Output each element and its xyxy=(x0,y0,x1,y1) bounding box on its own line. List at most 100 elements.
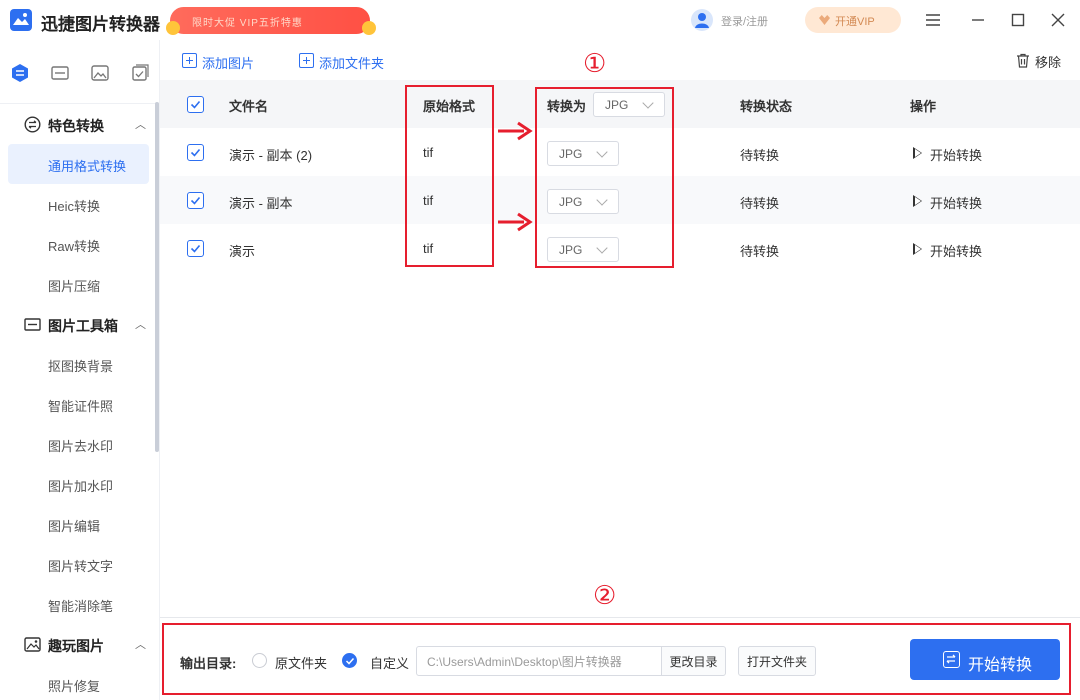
add-image-label: 添加图片 xyxy=(202,56,255,71)
sidebar-item-label: 智能消除笔 xyxy=(48,599,114,614)
maximize-icon[interactable] xyxy=(1006,8,1030,32)
sidebar-item-label: 图片去水印 xyxy=(48,439,114,454)
output-path-input[interactable] xyxy=(416,646,663,676)
row-checkbox[interactable] xyxy=(187,192,204,209)
image-tab-icon[interactable] xyxy=(89,62,111,84)
close-icon[interactable] xyxy=(1046,8,1070,32)
add-file-icon xyxy=(182,53,197,68)
app-logo-icon xyxy=(10,9,32,31)
promo-banner[interactable]: 限时大促 VIP五折特惠 xyxy=(166,7,376,35)
avatar-icon xyxy=(691,9,713,31)
menu-icon[interactable] xyxy=(921,8,945,32)
sidebar-item-photo-repair[interactable]: 照片修复 xyxy=(8,664,149,700)
row-start-label: 开始转换 xyxy=(930,148,983,163)
sidebar-item-ocr[interactable]: 图片转文字 xyxy=(8,544,149,584)
coin-icon xyxy=(362,21,376,35)
divider xyxy=(160,617,1080,618)
sidebar-item-label: 图片加水印 xyxy=(48,479,114,494)
sidebar-item-edit[interactable]: 图片编辑 xyxy=(8,504,149,544)
change-dir-button[interactable]: 更改目录 xyxy=(661,646,726,676)
row-status: 待转换 xyxy=(740,196,780,211)
header-action: 操作 xyxy=(910,99,937,114)
start-convert-button[interactable]: 开始转换 xyxy=(910,639,1060,680)
sidebar-item-label: Heic转换 xyxy=(48,199,101,214)
header-filename: 文件名 xyxy=(229,99,269,114)
sidebar-tabs xyxy=(0,40,160,104)
group-toolbox[interactable]: 图片工具箱 ︿ xyxy=(0,306,160,342)
sidebar-item-raw[interactable]: Raw转换 xyxy=(8,224,149,264)
header-status: 转换状态 xyxy=(740,99,793,114)
radio-original-folder-label[interactable]: 原文件夹 xyxy=(275,653,327,672)
row-start-label: 开始转换 xyxy=(930,196,983,211)
minimize-icon[interactable] xyxy=(966,8,990,32)
sidebar-scrollbar[interactable] xyxy=(155,102,159,452)
sidebar-item-label: 照片修复 xyxy=(48,679,101,694)
convert-icon xyxy=(943,651,960,668)
sidebar-item-label: Raw转换 xyxy=(48,239,101,254)
play-icon xyxy=(913,195,922,207)
sidebar-item-label: 图片编辑 xyxy=(48,519,101,534)
sidebar-item-label: 抠图换背景 xyxy=(48,359,114,374)
sidebar-item-eraser[interactable]: 智能消除笔 xyxy=(8,584,149,624)
sidebar-item-cutout[interactable]: 抠图换背景 xyxy=(8,344,149,384)
chevron-up-icon: ︿ xyxy=(135,639,146,651)
play-icon xyxy=(913,243,922,255)
row-filename: 演示 xyxy=(229,244,256,259)
sidebar-item-add-watermark[interactable]: 图片加水印 xyxy=(8,464,149,504)
trash-icon xyxy=(1017,53,1029,68)
diamond-icon xyxy=(819,15,830,25)
row-filename: 演示 - 副本 (2) xyxy=(229,148,313,163)
sidebar-item-heic[interactable]: Heic转换 xyxy=(8,184,149,224)
row-status: 待转换 xyxy=(740,244,780,259)
convert-tab-icon[interactable] xyxy=(9,62,31,84)
annotation-marker-2: ② xyxy=(593,581,617,611)
doc-tab-icon[interactable] xyxy=(129,62,151,84)
row-start-label: 开始转换 xyxy=(930,244,983,259)
vip-text: 开通VIP xyxy=(835,16,875,28)
open-folder-button[interactable]: 打开文件夹 xyxy=(738,646,816,676)
add-folder-icon xyxy=(299,53,314,68)
radio-original-folder[interactable] xyxy=(252,653,267,668)
arrow-right-icon xyxy=(498,121,533,141)
row-filename: 演示 - 副本 xyxy=(229,196,293,211)
radio-custom[interactable] xyxy=(342,653,357,668)
output-dir-label: 输出目录: xyxy=(180,656,237,671)
chevron-up-icon: ︿ xyxy=(135,119,146,131)
group-label: 特色转换 xyxy=(48,118,104,134)
annotation-marker-1: ① xyxy=(583,49,607,79)
toolbox-group-icon xyxy=(24,316,41,333)
radio-custom-label[interactable]: 自定义 xyxy=(370,653,409,672)
sidebar: 特色转换 ︿ 通用格式转换 Heic转换 Raw转换 图片压缩 图片工具箱 ︿ … xyxy=(0,40,160,700)
sidebar-item-label: 图片压缩 xyxy=(48,279,101,294)
start-convert-label: 开始转换 xyxy=(968,657,1033,674)
play-icon xyxy=(913,147,922,159)
app-title: 迅捷图片转换器 xyxy=(41,15,160,34)
sidebar-item-remove-watermark[interactable]: 图片去水印 xyxy=(8,424,149,464)
arrow-right-icon xyxy=(498,212,533,232)
title-bar: 迅捷图片转换器 限时大促 VIP五折特惠 登录/注册 开通VIP xyxy=(0,0,1080,40)
sidebar-item-label: 图片转文字 xyxy=(48,559,114,574)
convert-group-icon xyxy=(24,116,41,133)
remove-label: 移除 xyxy=(1035,55,1062,70)
group-label: 趣玩图片 xyxy=(48,638,104,654)
add-folder-label: 添加文件夹 xyxy=(319,56,385,71)
vip-button[interactable]: 开通VIP xyxy=(805,7,901,33)
annotation-box-source-format xyxy=(405,85,494,267)
chevron-up-icon: ︿ xyxy=(135,319,146,331)
row-checkbox[interactable] xyxy=(187,240,204,257)
sidebar-item-general-convert[interactable]: 通用格式转换 xyxy=(8,144,149,184)
row-status: 待转换 xyxy=(740,148,780,163)
sidebar-item-label: 智能证件照 xyxy=(48,399,114,414)
select-all-checkbox[interactable] xyxy=(187,96,204,113)
group-fun-images[interactable]: 趣玩图片 ︿ xyxy=(0,626,160,662)
promo-text: 限时大促 VIP五折特惠 xyxy=(192,18,303,29)
row-checkbox[interactable] xyxy=(187,144,204,161)
toolbox-tab-icon[interactable] xyxy=(49,62,71,84)
sidebar-item-id-photo[interactable]: 智能证件照 xyxy=(8,384,149,424)
sidebar-item-compress[interactable]: 图片压缩 xyxy=(8,264,149,304)
fun-image-group-icon xyxy=(24,636,41,653)
annotation-box-convert-to xyxy=(535,87,674,268)
group-featured-convert[interactable]: 特色转换 ︿ xyxy=(0,106,160,142)
sidebar-item-label: 通用格式转换 xyxy=(48,159,127,174)
login-text: 登录/注册 xyxy=(721,16,769,28)
